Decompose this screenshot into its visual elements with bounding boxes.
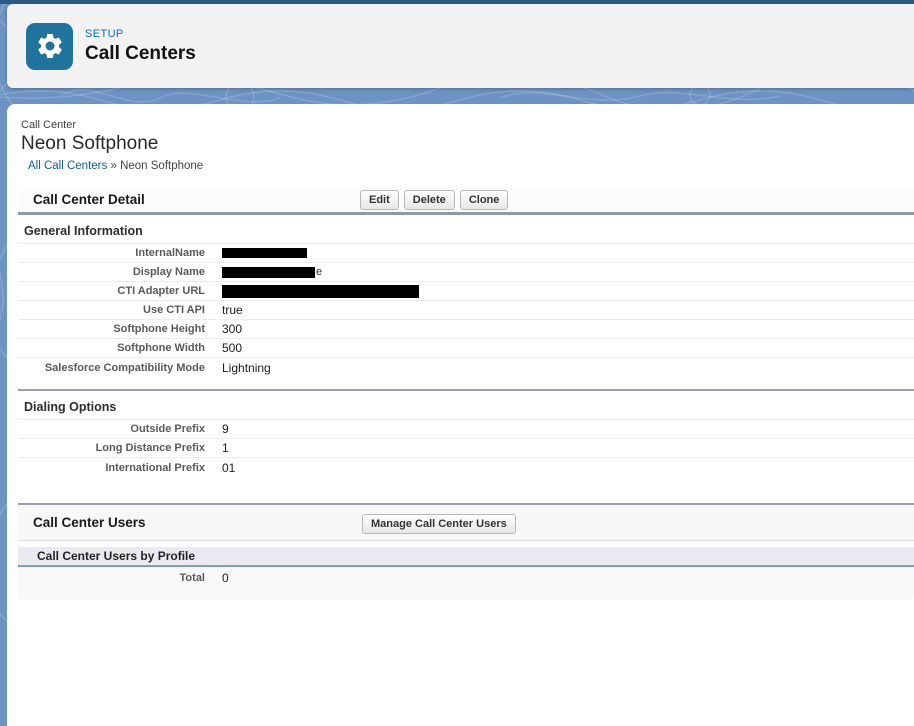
entity-type-label: Call Center bbox=[21, 119, 914, 131]
field-value bbox=[205, 248, 307, 258]
table-row: Softphone Width500 bbox=[18, 339, 914, 358]
field-value: Lightning bbox=[205, 361, 271, 375]
users-button-row: Manage Call Center Users bbox=[362, 514, 516, 534]
field-label: CTI Adapter URL bbox=[18, 285, 205, 297]
table-row: Total0 bbox=[18, 567, 914, 589]
breadcrumb: All Call Centers » Neon Softphone bbox=[28, 160, 914, 172]
field-label: Salesforce Compatibility Mode bbox=[18, 362, 205, 374]
field-label: InternalName bbox=[18, 247, 205, 259]
table-row: Display Name e bbox=[18, 263, 914, 282]
page-head: Call Center Neon Softphone All Call Cent… bbox=[7, 104, 914, 172]
table-row: Long Distance Prefix1 bbox=[18, 439, 914, 458]
setup-header: SETUP Call Centers bbox=[7, 4, 914, 88]
page-header-title: Call Centers bbox=[85, 43, 196, 65]
field-label: Use CTI API bbox=[18, 304, 205, 316]
table-row: InternalName bbox=[18, 244, 914, 263]
field-value: 9 bbox=[205, 422, 229, 436]
breadcrumb-separator: » bbox=[110, 160, 116, 172]
table-row: CTI Adapter URL bbox=[18, 282, 914, 301]
table-row: Salesforce Compatibility ModeLightning bbox=[18, 358, 914, 377]
field-label: Softphone Width bbox=[18, 342, 205, 354]
section-title: Call Center Detail bbox=[18, 192, 145, 207]
content-panel: Call Center Neon Softphone All Call Cent… bbox=[7, 104, 914, 726]
field-value: e bbox=[205, 266, 322, 278]
call-center-detail-header: Call Center Detail EditDeleteClone bbox=[18, 187, 914, 215]
users-by-profile-heading-band: Call Center Users by Profile bbox=[18, 547, 914, 567]
field-label: Total bbox=[18, 572, 205, 584]
redacted-value-overflow: e bbox=[316, 266, 322, 278]
breadcrumb-current: Neon Softphone bbox=[120, 160, 203, 172]
general-information-table: InternalName Display Name e CTI Adapter URL… bbox=[18, 243, 914, 377]
redacted-value-bar bbox=[222, 285, 419, 298]
field-label: Softphone Height bbox=[18, 323, 205, 335]
field-value: 500 bbox=[205, 341, 242, 355]
table-row: International Prefix01 bbox=[18, 458, 914, 477]
field-value: 01 bbox=[205, 461, 235, 475]
users-by-profile-table: Call Center Users by Profile Total0 bbox=[18, 547, 914, 600]
redacted-value-bar bbox=[222, 267, 315, 278]
detail-button-row: EditDeleteClone bbox=[360, 190, 508, 210]
field-label: International Prefix bbox=[18, 462, 205, 474]
field-label: Outside Prefix bbox=[18, 423, 205, 435]
group-heading-dialing-options: Dialing Options bbox=[24, 400, 914, 414]
breadcrumb-link-all-call-centers[interactable]: All Call Centers bbox=[28, 160, 107, 172]
field-value: 1 bbox=[205, 441, 229, 455]
field-value: true bbox=[205, 303, 243, 317]
manage-call-center-users-button[interactable]: Manage Call Center Users bbox=[362, 514, 516, 534]
table-row: Outside Prefix9 bbox=[18, 420, 914, 439]
section-divider bbox=[18, 389, 914, 391]
gear-icon bbox=[26, 23, 73, 70]
call-center-users-header: Call Center Users Manage Call Center Use… bbox=[18, 503, 914, 541]
users-totals: Total0 bbox=[18, 567, 914, 589]
field-label: Long Distance Prefix bbox=[18, 442, 205, 454]
redacted-value-bar bbox=[222, 248, 307, 258]
top-edge-strip bbox=[0, 0, 914, 4]
table-row: Use CTI APItrue bbox=[18, 301, 914, 320]
setup-eyebrow: SETUP bbox=[85, 28, 196, 40]
group-heading-general-information: General Information bbox=[24, 224, 914, 238]
table-row: Softphone Height300 bbox=[18, 320, 914, 339]
page-title: Neon Softphone bbox=[21, 133, 914, 155]
section-title: Call Center Users bbox=[18, 515, 146, 530]
clone-button[interactable]: Clone bbox=[460, 190, 509, 210]
field-value: 0 bbox=[205, 571, 229, 585]
edit-button[interactable]: Edit bbox=[360, 190, 399, 210]
detail-body: General Information InternalName Display … bbox=[18, 224, 914, 477]
delete-button[interactable]: Delete bbox=[404, 190, 455, 210]
field-value: 300 bbox=[205, 322, 242, 336]
dialing-options-table: Outside Prefix9Long Distance Prefix1Inte… bbox=[18, 419, 914, 477]
field-label: Display Name bbox=[18, 266, 205, 278]
field-value bbox=[205, 285, 419, 298]
users-by-profile-heading: Call Center Users by Profile bbox=[18, 549, 195, 563]
